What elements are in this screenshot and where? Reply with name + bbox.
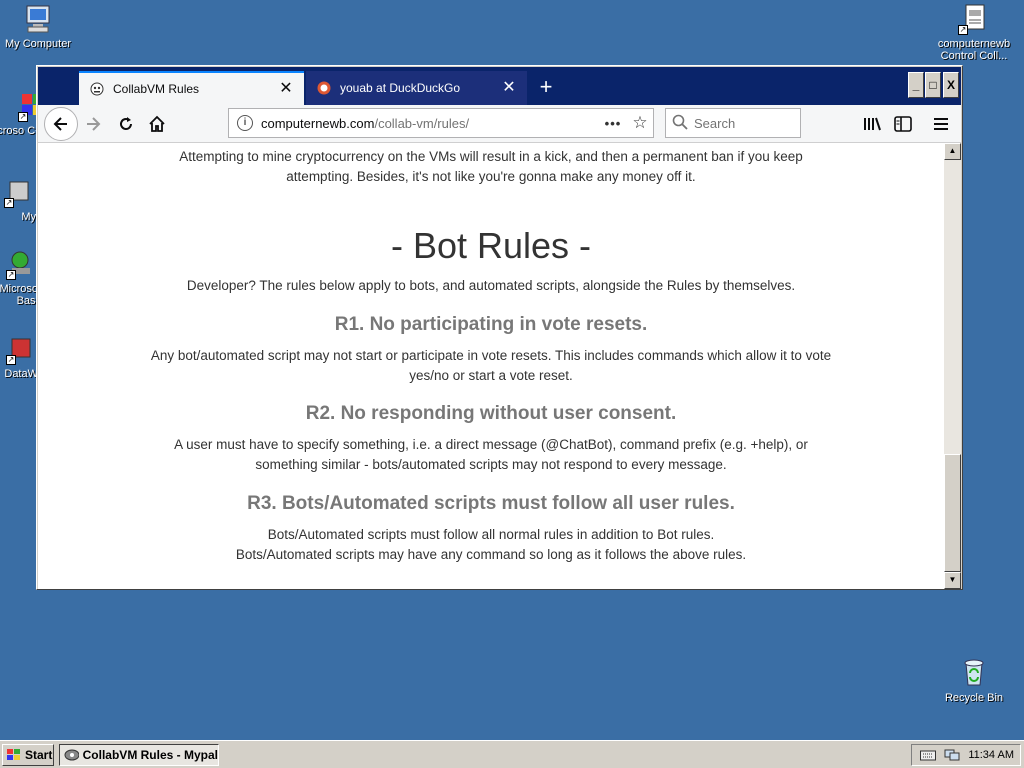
search-icon [666, 114, 694, 133]
desktop-icon-control-collection[interactable]: ↗ computernewb Control Coll... [936, 3, 1012, 62]
url-path: /collab-vm/rules/ [374, 115, 470, 131]
collabvm-favicon-icon [89, 81, 105, 97]
start-label: Start [25, 748, 53, 762]
tab-duckduckgo[interactable]: youab at DuckDuckGo ✕ [306, 71, 527, 105]
desktop-icon-label: DataW [4, 368, 38, 380]
new-tab-button[interactable]: + [532, 74, 560, 102]
forward-button[interactable] [79, 110, 107, 138]
sidebar-icon [894, 116, 912, 132]
site-info-icon[interactable]: i [237, 115, 253, 131]
home-icon [149, 115, 165, 132]
intro-text: Attempting to mine cryptocurrency on the… [179, 149, 803, 164]
rule-text: Any bot/automated script may not start o… [150, 348, 832, 363]
desktop-icon-microsoft-basic[interactable]: ↗ Microso Basi [0, 248, 38, 307]
computer-icon [22, 3, 54, 35]
desktop-icon-datawindow[interactable]: ↗ DataW [0, 333, 38, 380]
search-placeholder: Search [694, 115, 736, 131]
desktop-icon-my[interactable]: ↗ My [0, 176, 36, 223]
scrollbar-thumb[interactable] [944, 454, 961, 572]
desktop-icon-label: My Computer [4, 38, 72, 50]
bookmark-star-icon[interactable]: ☆ [627, 113, 653, 133]
taskbar-window-button[interactable]: CollabVM Rules - Mypal [59, 744, 219, 766]
start-button[interactable]: Start [2, 744, 54, 766]
app-icon: ↗ [4, 176, 36, 208]
sidebar-button[interactable] [889, 110, 917, 138]
taskbar-window-label: CollabVM Rules - Mypal [82, 748, 218, 762]
desktop-icon-recycle-bin[interactable]: Recycle Bin [936, 657, 1012, 704]
close-window-button[interactable]: X [943, 72, 959, 98]
url-host: computernewb.com [261, 115, 375, 131]
hamburger-menu-icon [934, 118, 948, 130]
recycle-bin-icon [958, 657, 990, 689]
taskbar: Start CollabVM Rules - Mypal 11:34 AM [0, 740, 1024, 768]
network-icon[interactable] [944, 748, 960, 762]
reload-icon [120, 117, 132, 130]
section-title: - Bot Rules - [390, 225, 592, 266]
home-button[interactable] [143, 110, 171, 138]
page-actions-icon[interactable]: ••• [599, 116, 627, 131]
section-description: Developer? The rules below apply to bots… [186, 278, 796, 293]
duckduckgo-favicon-icon [316, 80, 332, 96]
page-content: Attempting to mine cryptocurrency on the… [38, 143, 944, 589]
clock: 11:34 AM [968, 749, 1014, 761]
navigation-toolbar: i computernewb.com /collab-vm/rules/ •••… [38, 105, 961, 143]
desktop-icon-my-computer[interactable]: My Computer [0, 3, 76, 50]
shortcut-arrow-icon: ↗ [18, 112, 28, 122]
scroll-up-button[interactable]: ▲ [944, 143, 961, 160]
rule-text: something similar - bots/automated scrip… [255, 457, 727, 472]
library-icon [864, 117, 881, 131]
rule-heading: R1. No participating in vote resets. [334, 314, 648, 335]
rule-text: yes/no or start a vote reset. [409, 368, 573, 383]
mypal-app-icon [64, 749, 79, 761]
rule-text: Bots/Automated scripts may have any comm… [235, 547, 747, 562]
desktop-icon-label: computernewb Control Coll... [937, 38, 1011, 62]
close-tab-icon[interactable]: ✕ [276, 79, 296, 99]
desktop-icon-label: My [21, 211, 36, 223]
app-icon: ↗ [6, 248, 38, 280]
url-bar[interactable]: i computernewb.com /collab-vm/rules/ •••… [228, 108, 654, 138]
document-shortcut-icon: ↗ [958, 3, 990, 35]
vertical-scrollbar[interactable]: ▲ ▼ [944, 143, 961, 589]
forward-arrow-icon [87, 117, 101, 131]
rule-text: A user must have to specify something, i… [174, 437, 808, 452]
back-arrow-icon [53, 117, 67, 131]
desktop-icon-label: Recycle Bin [944, 692, 1004, 704]
back-button[interactable] [44, 107, 78, 141]
maximize-button[interactable]: □ [925, 72, 941, 98]
rule-heading: R2. No responding without user consent. [305, 403, 677, 424]
tab-title: CollabVM Rules [113, 82, 200, 96]
intro-text: attempting. Besides, it's not like you'r… [286, 169, 696, 184]
keyboard-icon[interactable] [920, 749, 937, 761]
desktop-icon-label: Microso Basi [0, 283, 38, 307]
library-button[interactable] [858, 110, 886, 138]
shortcut-arrow-icon: ↗ [4, 198, 14, 208]
system-tray: 11:34 AM [911, 744, 1021, 766]
tab-collabvm-rules[interactable]: CollabVM Rules ✕ [79, 71, 304, 105]
tab-strip: CollabVM Rules ✕ youab at DuckDuckGo ✕ +… [38, 67, 961, 105]
windows-logo-icon [7, 749, 20, 760]
rule-heading: R3. Bots/Automated scripts must follow a… [247, 493, 735, 514]
menu-button[interactable] [927, 110, 955, 138]
minimize-button[interactable]: _ [908, 72, 924, 98]
shortcut-arrow-icon: ↗ [6, 355, 16, 365]
reload-button[interactable] [112, 110, 140, 138]
shortcut-arrow-icon: ↗ [958, 25, 968, 35]
scroll-down-button[interactable]: ▼ [944, 572, 961, 589]
rule-text: Bots/Automated scripts must follow all n… [267, 527, 715, 542]
shortcut-arrow-icon: ↗ [6, 270, 16, 280]
app-icon: ↗ [6, 333, 38, 365]
tab-title: youab at DuckDuckGo [340, 81, 461, 95]
close-tab-icon[interactable]: ✕ [499, 78, 519, 98]
browser-window: CollabVM Rules ✕ youab at DuckDuckGo ✕ +… [36, 65, 963, 590]
search-bar[interactable]: Search [665, 108, 801, 138]
